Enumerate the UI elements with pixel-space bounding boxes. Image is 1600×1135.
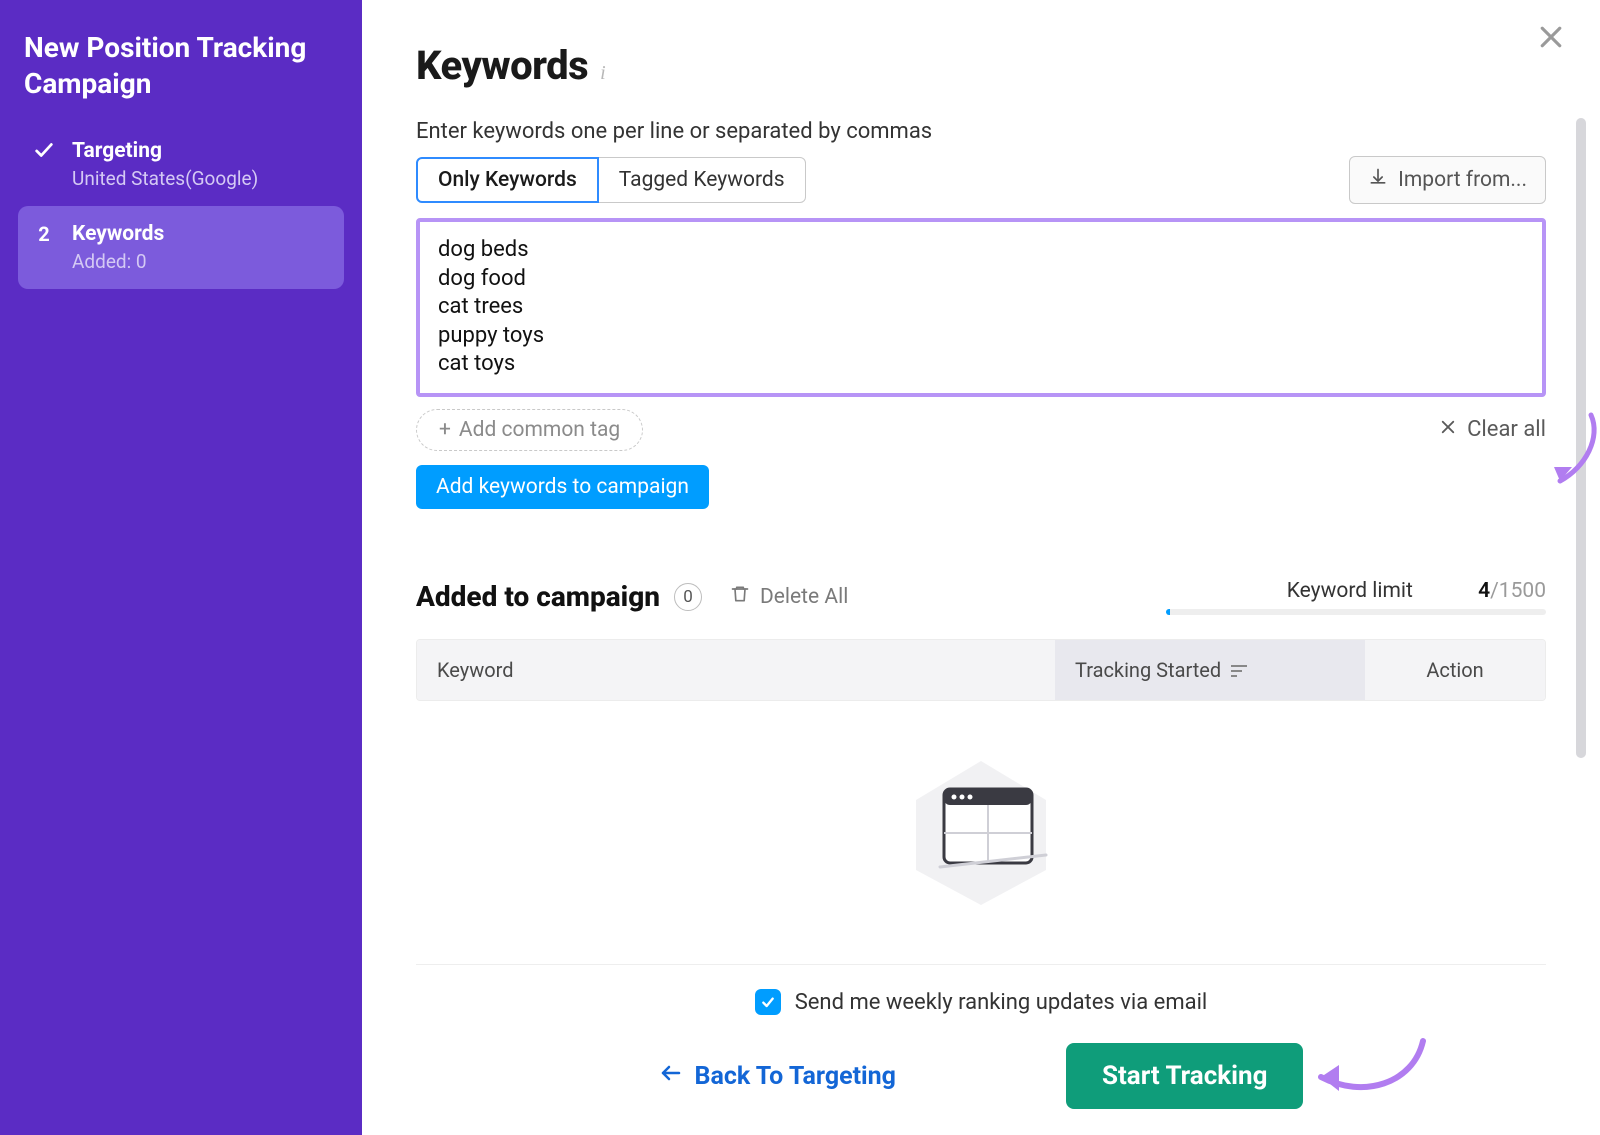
instruction-text: Enter keywords one per line or separated… — [416, 119, 1546, 144]
delete-all-label: Delete All — [760, 585, 848, 609]
download-icon — [1368, 167, 1388, 193]
clear-all-button[interactable]: Clear all — [1439, 417, 1546, 442]
weekly-updates-checkbox[interactable] — [755, 989, 781, 1015]
step-label: Targeting — [72, 139, 258, 163]
keywords-textarea[interactable]: dog beds dog food cat trees puppy toys c… — [416, 218, 1546, 397]
limit-total: /1500 — [1490, 579, 1546, 603]
limit-used: 4 — [1478, 579, 1490, 603]
back-label: Back To Targeting — [695, 1062, 896, 1091]
add-tag-label: Add common tag — [459, 418, 620, 442]
th-tracking-started[interactable]: Tracking Started — [1055, 640, 1365, 700]
delete-all-button[interactable]: Delete All — [730, 584, 848, 610]
empty-state-illustration — [416, 755, 1546, 905]
limit-progress-bar — [1166, 609, 1546, 615]
arrow-left-icon — [659, 1061, 683, 1092]
weekly-updates-label: Send me weekly ranking updates via email — [795, 990, 1208, 1015]
close-icon[interactable] — [1536, 22, 1566, 56]
th-tracking-label: Tracking Started — [1075, 658, 1221, 682]
step-sub: United States(Google) — [72, 167, 258, 190]
page-title: Keywords — [416, 42, 588, 89]
scrollbar[interactable] — [1576, 118, 1586, 758]
clear-all-label: Clear all — [1467, 417, 1546, 442]
add-common-tag-button[interactable]: + Add common tag — [416, 409, 643, 451]
trash-icon — [730, 584, 750, 610]
th-keyword[interactable]: Keyword — [417, 640, 1055, 700]
wizard-step-keywords[interactable]: 2 Keywords Added: 0 — [18, 206, 344, 289]
step-sub: Added: 0 — [72, 250, 164, 273]
import-from-button[interactable]: Import from... — [1349, 156, 1546, 204]
keywords-table: Keyword Tracking Started Action — [416, 639, 1546, 701]
step-number: 2 — [32, 222, 56, 246]
wizard-sidebar: New Position Tracking Campaign Targeting… — [0, 0, 362, 1135]
annotation-arrow-icon — [1303, 1029, 1433, 1109]
added-count-badge: 0 — [674, 583, 702, 611]
tab-tagged-keywords[interactable]: Tagged Keywords — [598, 157, 806, 203]
th-action: Action — [1365, 640, 1545, 700]
sort-icon — [1231, 658, 1247, 682]
main-panel: Keywords i Enter keywords one per line o… — [362, 0, 1600, 1135]
info-icon[interactable]: i — [600, 62, 606, 85]
added-title: Added to campaign — [416, 580, 660, 613]
back-to-targeting-link[interactable]: Back To Targeting — [659, 1061, 896, 1092]
import-label: Import from... — [1398, 168, 1527, 192]
step-label: Keywords — [72, 222, 164, 246]
sidebar-title: New Position Tracking Campaign — [18, 30, 344, 123]
keyword-limit: Keyword limit 4/1500 — [1166, 579, 1546, 615]
start-label: Start Tracking — [1102, 1061, 1267, 1091]
check-icon — [32, 139, 56, 161]
table-header: Keyword Tracking Started Action — [417, 640, 1545, 700]
wizard-step-targeting[interactable]: Targeting United States(Google) — [18, 123, 344, 206]
tab-only-keywords[interactable]: Only Keywords — [416, 157, 599, 203]
add-keywords-button[interactable]: Add keywords to campaign — [416, 465, 709, 509]
plus-icon: + — [439, 418, 451, 442]
wizard-footer: Send me weekly ranking updates via email… — [416, 964, 1546, 1109]
annotation-arrow-icon — [1546, 407, 1600, 497]
limit-label: Keyword limit — [1287, 579, 1413, 603]
keyword-mode-segment: Only Keywords Tagged Keywords — [416, 157, 806, 203]
start-tracking-button[interactable]: Start Tracking — [1066, 1043, 1303, 1109]
close-icon — [1439, 417, 1457, 442]
